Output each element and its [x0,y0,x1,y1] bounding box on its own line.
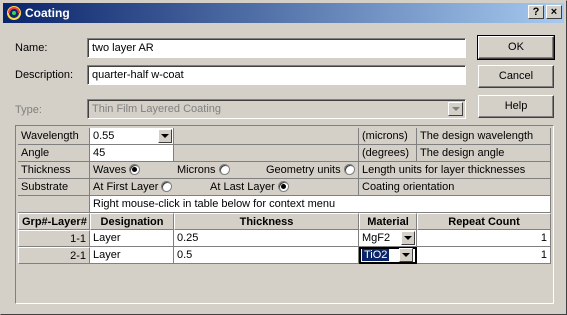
name-field[interactable]: two layer AR [87,38,466,58]
designation-cell[interactable]: Layer [90,230,174,247]
thickness-cell[interactable]: 0.5 [174,247,359,264]
col-header-thickness[interactable]: Thickness [174,213,359,230]
help-button[interactable]: Help [478,95,554,118]
col-header-repeat-count[interactable]: Repeat Count [417,213,551,230]
substrate-option-last[interactable]: At Last Layer [210,181,289,193]
cancel-button[interactable]: Cancel [478,65,554,88]
radio-waves[interactable] [129,164,141,175]
thickness-label: Thickness [18,162,90,179]
substrate-options: At First Layer At Last Layer [90,179,359,196]
name-label: Name: [15,42,48,54]
thickness-description: Length units for layer thicknesses [359,162,551,179]
radio-microns[interactable] [218,164,230,175]
coating-grid: Wavelength 0.55 (microns) The design wav… [15,125,554,304]
type-value: Thin Film Layered Coating [92,103,222,115]
wavelength-label: Wavelength [18,128,90,145]
wavelength-spacer [174,128,359,145]
radio-last-layer[interactable] [277,181,289,192]
row-header[interactable]: 1-1 [18,230,90,247]
designation-cell[interactable]: Layer [90,247,174,264]
thickness-options: Waves Microns Geometry units [90,162,359,179]
close-button[interactable]: × [546,5,562,19]
radio-first-layer[interactable] [161,181,173,192]
angle-spacer [174,145,359,162]
material-value: MgF2 [362,232,391,244]
ok-button[interactable]: OK [477,35,555,60]
description-label: Description: [15,69,74,81]
title-bar[interactable]: Coating ? × [3,3,564,23]
wavelength-dropdown[interactable]: 0.55 [90,128,174,145]
material-dropdown-active[interactable]: TiO2 [359,247,417,264]
help-title-button[interactable]: ? [528,5,544,19]
thickness-option-waves[interactable]: Waves [93,164,141,176]
repeat-count-cell[interactable]: 1 [417,247,551,264]
col-header-designation[interactable]: Designation [90,213,174,230]
app-icon [7,6,21,20]
chevron-down-icon[interactable] [158,129,172,143]
thickness-cell[interactable]: 0.25 [174,230,359,247]
material-value-selected: TiO2 [362,249,390,261]
angle-field[interactable]: 45 [90,145,174,162]
thickness-option-geometry[interactable]: Geometry units [266,164,355,176]
type-dropdown: Thin Film Layered Coating [87,99,466,119]
wavelength-description: The design wavelength [417,128,551,145]
wavelength-units: (microns) [359,128,417,145]
window-title: Coating [25,6,70,20]
substrate-label: Substrate [18,179,90,196]
wavelength-value: 0.55 [93,130,115,142]
row-header[interactable]: 2-1 [18,247,90,264]
substrate-option-first[interactable]: At First Layer [93,181,173,193]
radio-geometry[interactable] [343,164,355,175]
chevron-down-icon[interactable] [399,248,413,262]
chevron-down-icon [448,102,463,116]
angle-units: (degrees) [359,145,417,162]
material-dropdown[interactable]: MgF2 [359,230,417,247]
hint-spacer [18,196,90,213]
coating-dialog: Coating ? × Name: two layer AR Descripti… [0,0,567,315]
type-label: Type: [15,104,42,116]
description-field[interactable]: quarter-half w-coat [87,65,466,85]
col-header-material[interactable]: Material [359,213,417,230]
substrate-description: Coating orientation [359,179,551,196]
repeat-count-cell[interactable]: 1 [417,230,551,247]
thickness-option-microns[interactable]: Microns [177,164,230,176]
context-menu-hint: Right mouse-click in table below for con… [90,196,551,213]
angle-description: The design angle [417,145,551,162]
chevron-down-icon[interactable] [401,231,415,245]
angle-label: Angle [18,145,90,162]
col-header-grp-layer[interactable]: Grp#-Layer# [18,213,90,230]
